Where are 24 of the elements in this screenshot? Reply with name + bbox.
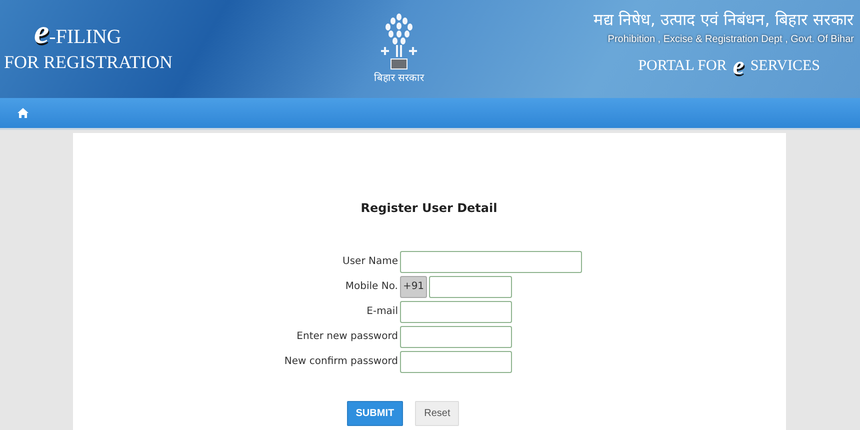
logo-title: -FILING — [49, 26, 122, 49]
submit-button[interactable]: SUBMIT — [346, 401, 404, 426]
field-label: New confirm password — [283, 355, 398, 369]
logo-subtitle: FOR REGISTRATION — [4, 52, 174, 73]
input-field[interactable] — [400, 251, 582, 273]
portal-e: e — [732, 53, 744, 79]
emblem-caption: बिहार सरकार — [374, 72, 424, 86]
reset-button[interactable]: Reset — [415, 401, 460, 426]
form-title: Register User Detail — [360, 201, 498, 215]
department-hindi-title: मद्य निषेध, उत्पाद एवं निबंधन, बिहार सरकार — [593, 9, 854, 30]
field-label: User Name — [342, 255, 398, 269]
logo-e: e — [34, 16, 50, 50]
country-code-prefix: +91 — [400, 276, 427, 298]
input-field[interactable] — [400, 301, 512, 323]
department-english-title: Prohibition , Excise & Registration Dept , Govt. Of Bihar — [608, 34, 854, 45]
home-icon[interactable] — [17, 107, 29, 119]
portal-label: SERVICES — [750, 58, 820, 74]
input-field[interactable] — [400, 351, 512, 373]
field-label: Mobile No. — [344, 280, 398, 294]
input-field[interactable] — [429, 276, 512, 298]
input-field[interactable] — [400, 326, 512, 348]
field-label: E-mail — [366, 305, 398, 319]
field-label: Enter new password — [296, 330, 398, 344]
portal-label: PORTAL FOR — [638, 58, 727, 74]
